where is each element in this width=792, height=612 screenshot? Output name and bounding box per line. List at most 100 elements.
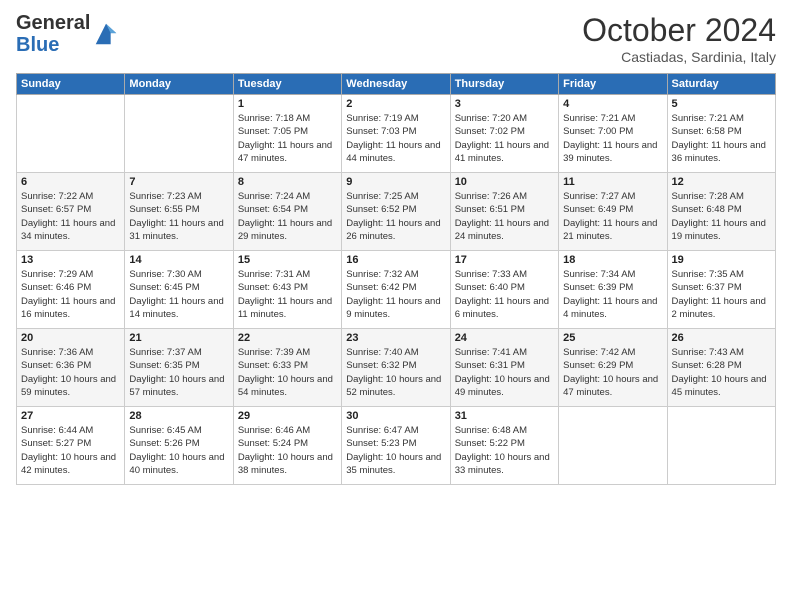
calendar-header-row: Sunday Monday Tuesday Wednesday Thursday… xyxy=(17,74,776,95)
day-number: 31 xyxy=(455,410,554,422)
table-row: 10 Sunrise: 7:26 AM Sunset: 6:51 PM Dayli… xyxy=(450,173,558,251)
day-info: Sunrise: 7:27 AM Sunset: 6:49 PM Dayligh… xyxy=(563,190,662,243)
table-row: 27 Sunrise: 6:44 AM Sunset: 5:27 PM Dayli… xyxy=(17,407,125,485)
col-sunday: Sunday xyxy=(17,74,125,95)
day-number: 18 xyxy=(563,254,662,266)
day-info: Sunrise: 7:21 AM Sunset: 7:00 PM Dayligh… xyxy=(563,112,662,165)
day-number: 1 xyxy=(238,98,337,110)
table-row: 21Sunrise: 7:37 AM Sunset: 6:35 PM Dayli… xyxy=(125,329,233,407)
day-number: 14 xyxy=(129,254,228,266)
table-row: 14 Sunrise: 7:30 AM Sunset: 6:45 PM Dayli… xyxy=(125,251,233,329)
table-row: 8 Sunrise: 7:24 AM Sunset: 6:54 PM Daylig… xyxy=(233,173,341,251)
table-row: 18 Sunrise: 7:34 AM Sunset: 6:39 PM Dayli… xyxy=(559,251,667,329)
col-thursday: Thursday xyxy=(450,74,558,95)
location: Castiadas, Sardinia, Italy xyxy=(582,49,776,65)
table-row xyxy=(667,407,775,485)
day-number: 11 xyxy=(563,176,662,188)
logo-icon xyxy=(92,20,120,48)
col-monday: Monday xyxy=(125,74,233,95)
day-info: Sunrise: 7:25 AM Sunset: 6:52 PM Dayligh… xyxy=(346,190,445,243)
table-row xyxy=(125,95,233,173)
day-info: Sunrise: 7:20 AM Sunset: 7:02 PM Dayligh… xyxy=(455,112,554,165)
day-info: Sunrise: 7:43 AM Sunset: 6:28 PM Dayligh… xyxy=(672,346,771,399)
day-info: Sunrise: 7:32 AM Sunset: 6:42 PM Dayligh… xyxy=(346,268,445,321)
month-title: October 2024 xyxy=(582,12,776,49)
table-row: 17 Sunrise: 7:33 AM Sunset: 6:40 PM Dayli… xyxy=(450,251,558,329)
table-row xyxy=(559,407,667,485)
day-info: Sunrise: 7:39 AM Sunset: 6:33 PM Dayligh… xyxy=(238,346,337,399)
calendar-week-4: 20Sunrise: 7:36 AM Sunset: 6:36 PM Dayli… xyxy=(17,329,776,407)
day-info: Sunrise: 7:22 AM Sunset: 6:57 PM Dayligh… xyxy=(21,190,120,243)
table-row: 30 Sunrise: 6:47 AM Sunset: 5:23 PM Dayli… xyxy=(342,407,450,485)
day-info: Sunrise: 7:28 AM Sunset: 6:48 PM Dayligh… xyxy=(672,190,771,243)
day-number: 13 xyxy=(21,254,120,266)
day-number: 16 xyxy=(346,254,445,266)
day-info: Sunrise: 7:19 AM Sunset: 7:03 PM Dayligh… xyxy=(346,112,445,165)
col-friday: Friday xyxy=(559,74,667,95)
day-info: Sunrise: 7:21 AM Sunset: 6:58 PM Dayligh… xyxy=(672,112,771,165)
day-info: Sunrise: 7:18 AM Sunset: 7:05 PM Dayligh… xyxy=(238,112,337,165)
day-number: 8 xyxy=(238,176,337,188)
logo: General Blue xyxy=(16,12,120,56)
day-info: Sunrise: 7:24 AM Sunset: 6:54 PM Dayligh… xyxy=(238,190,337,243)
day-info: Sunrise: 6:48 AM Sunset: 5:22 PM Dayligh… xyxy=(455,424,554,477)
day-info: Sunrise: 7:34 AM Sunset: 6:39 PM Dayligh… xyxy=(563,268,662,321)
day-info: Sunrise: 7:36 AM Sunset: 6:36 PM Dayligh… xyxy=(21,346,120,399)
day-info: Sunrise: 6:44 AM Sunset: 5:27 PM Dayligh… xyxy=(21,424,120,477)
day-number: 22 xyxy=(238,332,337,344)
day-number: 19 xyxy=(672,254,771,266)
table-row: 5 Sunrise: 7:21 AM Sunset: 6:58 PM Daylig… xyxy=(667,95,775,173)
day-number: 7 xyxy=(129,176,228,188)
day-number: 3 xyxy=(455,98,554,110)
table-row: 31 Sunrise: 6:48 AM Sunset: 5:22 PM Dayli… xyxy=(450,407,558,485)
day-number: 24 xyxy=(455,332,554,344)
logo-text: General Blue xyxy=(16,12,90,56)
table-row: 3 Sunrise: 7:20 AM Sunset: 7:02 PM Daylig… xyxy=(450,95,558,173)
day-number: 10 xyxy=(455,176,554,188)
col-tuesday: Tuesday xyxy=(233,74,341,95)
day-number: 21 xyxy=(129,332,228,344)
day-info: Sunrise: 6:45 AM Sunset: 5:26 PM Dayligh… xyxy=(129,424,228,477)
day-number: 30 xyxy=(346,410,445,422)
day-number: 6 xyxy=(21,176,120,188)
calendar-table: Sunday Monday Tuesday Wednesday Thursday… xyxy=(16,73,776,485)
day-number: 23 xyxy=(346,332,445,344)
col-saturday: Saturday xyxy=(667,74,775,95)
table-row xyxy=(17,95,125,173)
day-info: Sunrise: 7:42 AM Sunset: 6:29 PM Dayligh… xyxy=(563,346,662,399)
day-info: Sunrise: 7:31 AM Sunset: 6:43 PM Dayligh… xyxy=(238,268,337,321)
day-info: Sunrise: 7:33 AM Sunset: 6:40 PM Dayligh… xyxy=(455,268,554,321)
day-info: Sunrise: 7:29 AM Sunset: 6:46 PM Dayligh… xyxy=(21,268,120,321)
calendar-week-1: 1 Sunrise: 7:18 AM Sunset: 7:05 PM Daylig… xyxy=(17,95,776,173)
day-info: Sunrise: 7:30 AM Sunset: 6:45 PM Dayligh… xyxy=(129,268,228,321)
col-wednesday: Wednesday xyxy=(342,74,450,95)
table-row: 26 Sunrise: 7:43 AM Sunset: 6:28 PM Dayli… xyxy=(667,329,775,407)
day-number: 2 xyxy=(346,98,445,110)
day-info: Sunrise: 7:26 AM Sunset: 6:51 PM Dayligh… xyxy=(455,190,554,243)
table-row: 6 Sunrise: 7:22 AM Sunset: 6:57 PM Daylig… xyxy=(17,173,125,251)
table-row: 2 Sunrise: 7:19 AM Sunset: 7:03 PM Daylig… xyxy=(342,95,450,173)
table-row: 16 Sunrise: 7:32 AM Sunset: 6:42 PM Dayli… xyxy=(342,251,450,329)
table-row: 22 Sunrise: 7:39 AM Sunset: 6:33 PM Dayli… xyxy=(233,329,341,407)
table-row: 12Sunrise: 7:28 AM Sunset: 6:48 PM Dayli… xyxy=(667,173,775,251)
table-row: 9Sunrise: 7:25 AM Sunset: 6:52 PM Daylig… xyxy=(342,173,450,251)
day-number: 28 xyxy=(129,410,228,422)
day-info: Sunrise: 6:47 AM Sunset: 5:23 PM Dayligh… xyxy=(346,424,445,477)
table-row: 13 Sunrise: 7:29 AM Sunset: 6:46 PM Dayli… xyxy=(17,251,125,329)
header: General Blue October 2024 Castiadas, Sar… xyxy=(16,12,776,65)
table-row: 23Sunrise: 7:40 AM Sunset: 6:32 PM Dayli… xyxy=(342,329,450,407)
table-row: 1 Sunrise: 7:18 AM Sunset: 7:05 PM Daylig… xyxy=(233,95,341,173)
table-row: 24Sunrise: 7:41 AM Sunset: 6:31 PM Dayli… xyxy=(450,329,558,407)
day-number: 5 xyxy=(672,98,771,110)
table-row: 7 Sunrise: 7:23 AM Sunset: 6:55 PM Daylig… xyxy=(125,173,233,251)
day-number: 27 xyxy=(21,410,120,422)
day-info: Sunrise: 7:23 AM Sunset: 6:55 PM Dayligh… xyxy=(129,190,228,243)
day-number: 29 xyxy=(238,410,337,422)
day-number: 26 xyxy=(672,332,771,344)
table-row: 4Sunrise: 7:21 AM Sunset: 7:00 PM Daylig… xyxy=(559,95,667,173)
day-number: 25 xyxy=(563,332,662,344)
title-block: October 2024 Castiadas, Sardinia, Italy xyxy=(582,12,776,65)
table-row: 15Sunrise: 7:31 AM Sunset: 6:43 PM Dayli… xyxy=(233,251,341,329)
table-row: 28 Sunrise: 6:45 AM Sunset: 5:26 PM Dayli… xyxy=(125,407,233,485)
day-number: 17 xyxy=(455,254,554,266)
